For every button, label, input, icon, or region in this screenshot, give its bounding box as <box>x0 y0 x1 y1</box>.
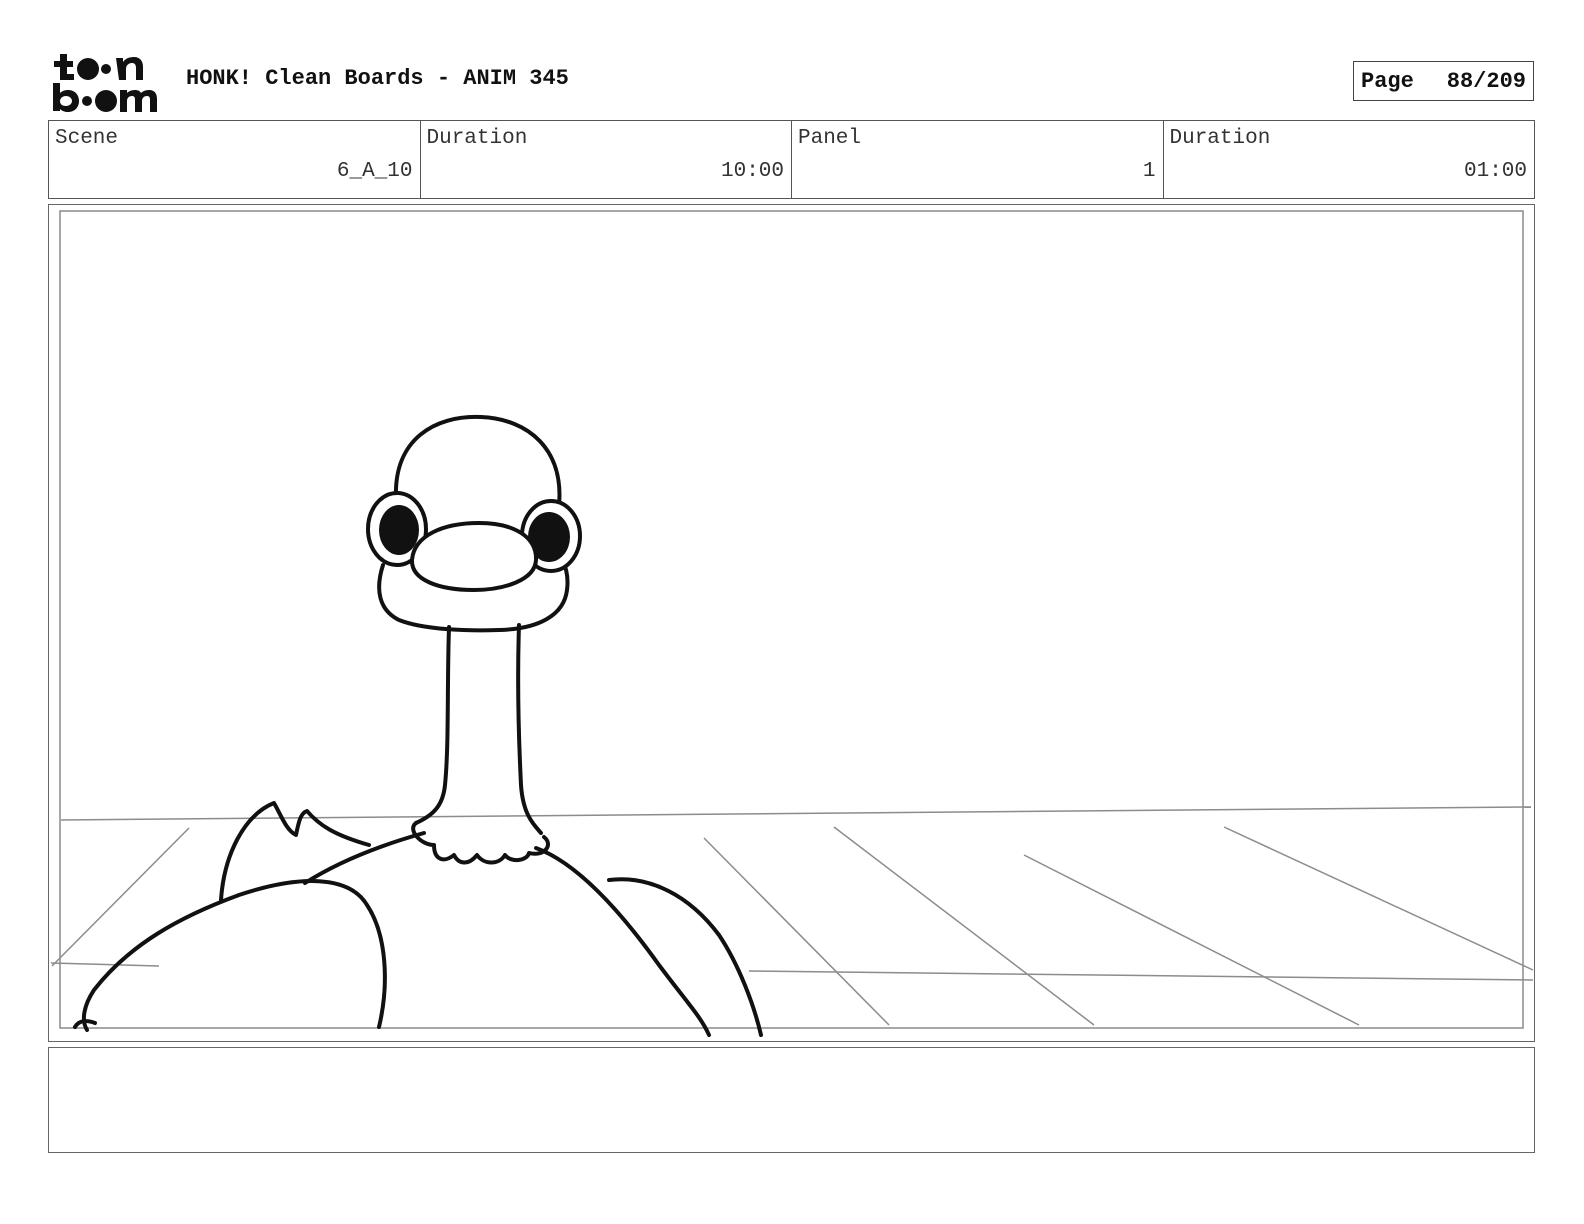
goose-drawing <box>50 210 1534 1037</box>
panel-duration-label: Duration <box>1169 127 1271 150</box>
document-title: HONK! Clean Boards - ANIM 345 <box>186 66 569 91</box>
scene-info-table: Scene 6_A_10 Duration 10:00 Panel 1 Dura… <box>48 120 1535 199</box>
panel-value: 1 <box>1142 160 1156 183</box>
storyboard-panel <box>48 204 1535 1042</box>
scene-duration-label: Duration <box>426 127 528 150</box>
safe-frame <box>59 210 1524 1029</box>
page-indicator: Page 88/209 <box>1353 61 1534 101</box>
scene-duration-cell: Duration 10:00 <box>421 121 792 198</box>
toon-boom-logo <box>53 54 157 112</box>
panel-label: Panel <box>798 127 862 150</box>
panel-duration-cell: Duration 01:00 <box>1164 121 1535 198</box>
goose-icon <box>73 414 763 1037</box>
panel-cell: Panel 1 <box>792 121 1164 198</box>
page-label: Page <box>1361 68 1414 94</box>
scene-value: 6_A_10 <box>336 160 413 183</box>
page-number: 88/209 <box>1446 68 1526 94</box>
scene-label: Scene <box>55 127 119 150</box>
panel-duration-value: 01:00 <box>1463 160 1527 183</box>
floor-lines <box>50 806 1534 1026</box>
scene-cell: Scene 6_A_10 <box>49 121 421 198</box>
scene-duration-value: 10:00 <box>720 160 784 183</box>
panel-notes-box[interactable] <box>48 1047 1535 1153</box>
